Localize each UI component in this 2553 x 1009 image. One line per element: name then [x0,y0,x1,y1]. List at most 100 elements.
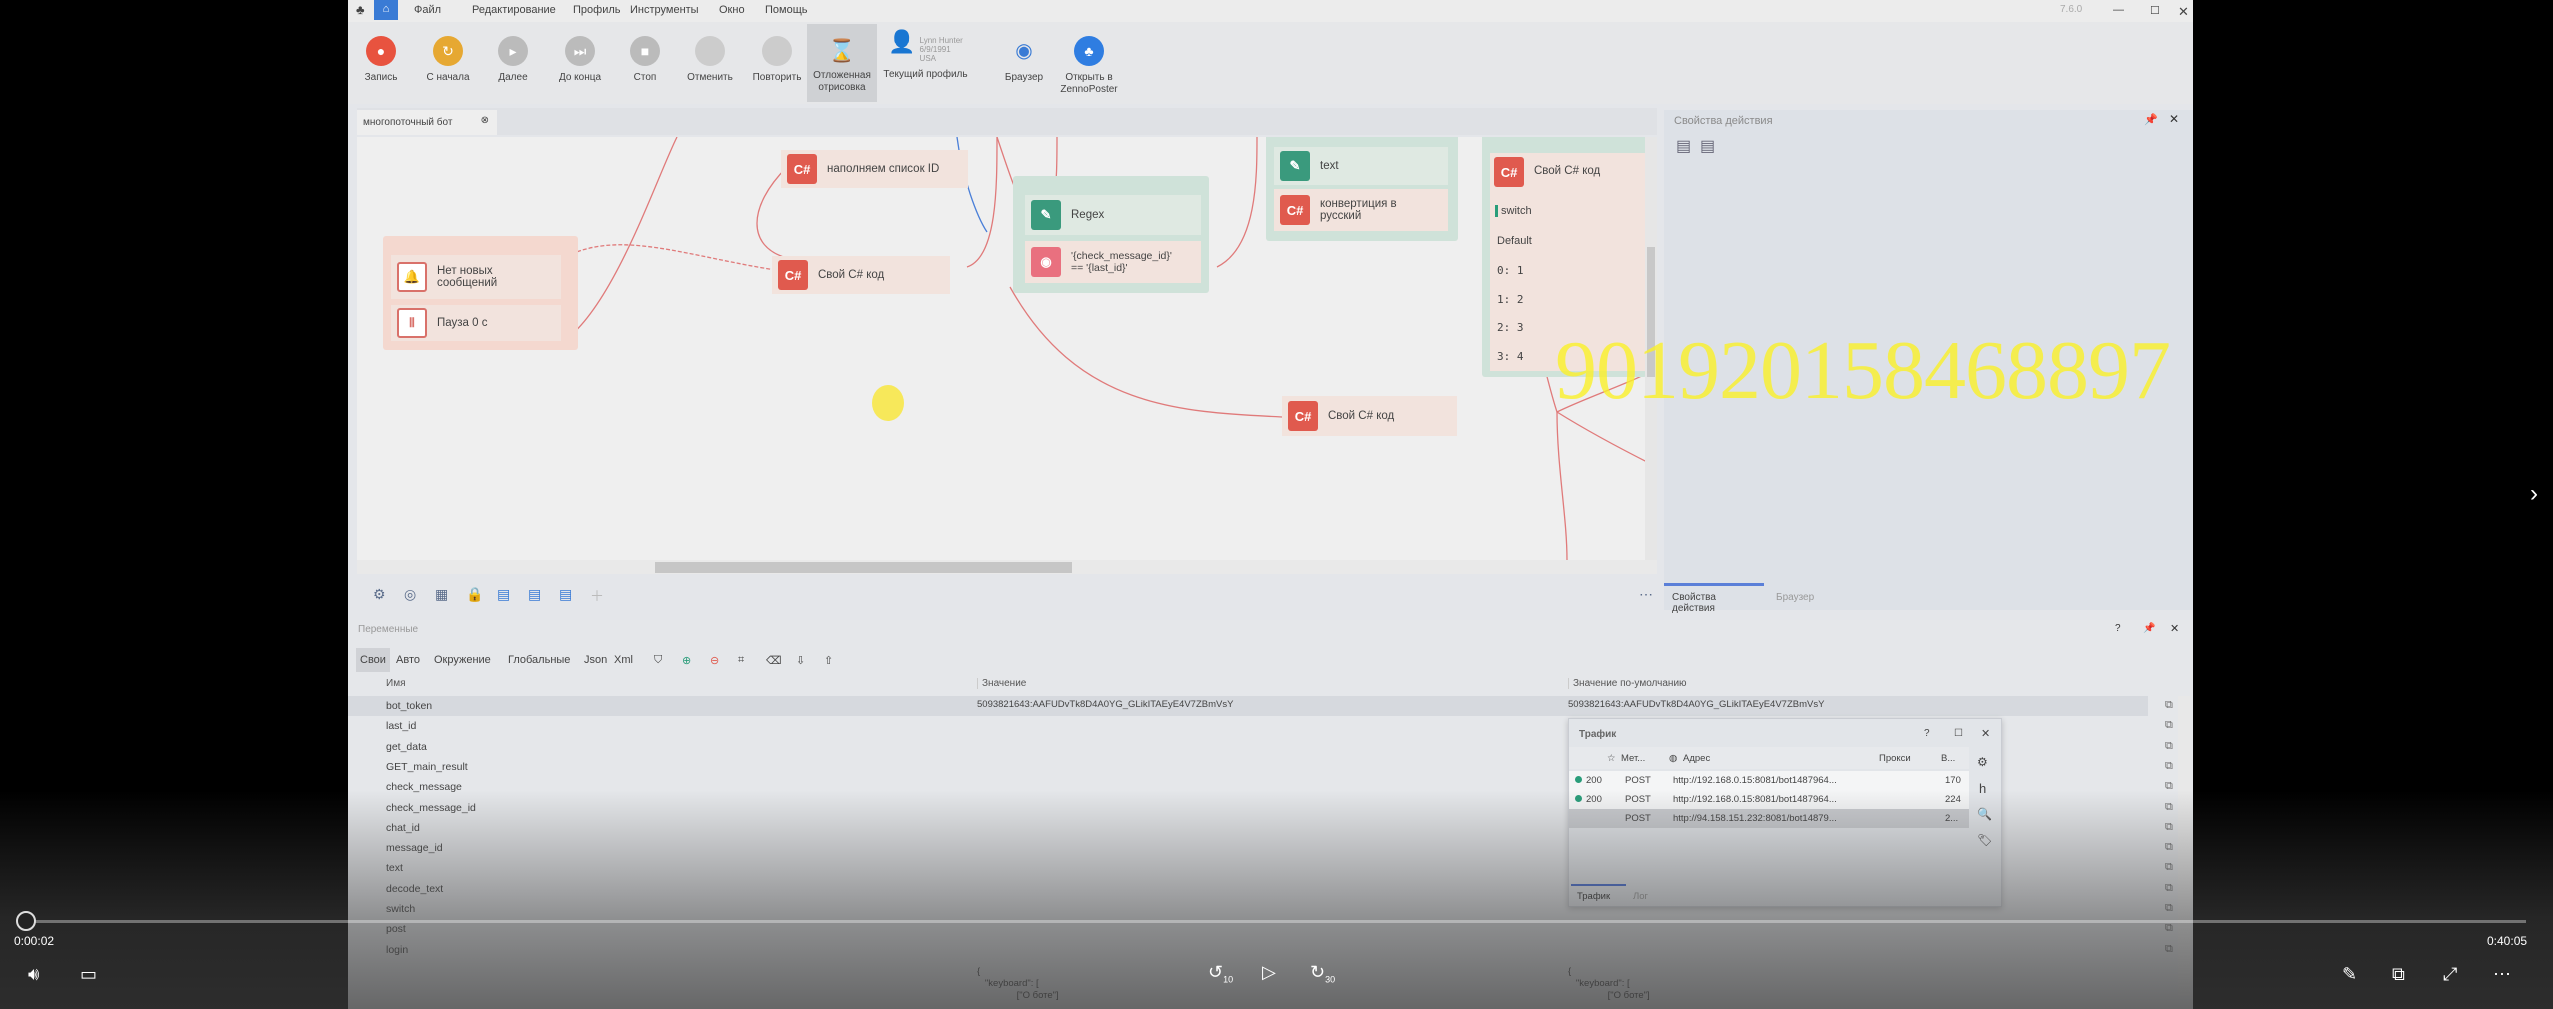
close-icon[interactable]: ✕ [1981,727,1990,740]
node-switch-code[interactable]: C# Свой C# код [1490,153,1647,371]
switch-case[interactable]: Default [1497,235,1532,247]
copy-icon[interactable]: ⧉ [2165,841,2173,854]
more-icon[interactable]: ⋯ [1639,586,1653,603]
captions-icon[interactable]: ▭ [80,964,97,985]
redo-button[interactable]: Повторить [742,36,812,84]
tab-browser[interactable]: Браузер [1768,586,1822,609]
video-progress-knob[interactable] [16,911,36,931]
copy-icon[interactable]: ⧉ [2165,760,2173,773]
menu-edit[interactable]: Редактирование [472,4,556,16]
next-button[interactable]: ▸ Далее [478,36,548,84]
tab-traffic[interactable]: Трафик [1571,884,1626,907]
current-profile-button[interactable]: 👤 Lynn Hunter 6/9/1991 USA Текущий профиль [878,31,973,81]
tab-close-icon[interactable]: ⊗ [481,115,489,126]
minimize-button[interactable]: — [2113,4,2124,16]
to-end-button[interactable]: ⏭ До конца [545,36,615,84]
rewind-icon[interactable]: ↺10 [1208,962,1233,985]
node-own-cs-code[interactable]: C# Свой C# код [772,256,950,294]
column-bytes[interactable]: В... [1941,753,1955,764]
switch-case[interactable]: 2: 3 [1497,321,1524,334]
home-button[interactable]: ⌂ [374,0,398,20]
properties-view-icon[interactable]: ▤ [1676,136,1691,156]
tab-global[interactable]: Глобальные [508,654,570,666]
column-method[interactable]: Мет... [1621,753,1645,764]
copy-icon[interactable]: ⧉ [2165,719,2173,732]
frame-icon[interactable]: ⌗ [738,654,744,667]
copy-icon[interactable]: ⧉ [2165,922,2173,935]
video-progress-track[interactable] [26,920,2526,923]
restart-button[interactable]: ↻ С начала [413,36,483,84]
properties-edit-icon[interactable]: ▤ [1700,136,1715,156]
column-proxy[interactable]: Прокси [1879,753,1911,764]
tag-icon[interactable]: 🏷 [1977,833,1992,847]
traffic-row[interactable]: 200 POST http://192.168.0.15:8081/bot14879… [1569,790,1969,809]
next-chevron-icon[interactable]: › [2530,480,2538,508]
list-icon[interactable]: ▤ [528,586,541,603]
column-value[interactable]: Значение [977,678,1026,689]
move-down-icon[interactable]: ⇩ [796,654,805,667]
copy-icon[interactable]: ⧉ [2165,801,2173,814]
variables-scrollbar[interactable] [2178,696,2190,996]
tab-multithread-bot[interactable]: многопоточный бот ⊗ [357,110,497,135]
settings-icon[interactable]: ⚙ [373,586,386,603]
add-icon[interactable]: ＋ [590,586,604,606]
tab-auto[interactable]: Авто [396,654,420,666]
copy-icon[interactable]: ⧉ [2165,902,2173,915]
switch-case[interactable]: 0: 1 [1497,264,1524,277]
grid-icon[interactable]: ▦ [435,586,448,603]
copy-icon[interactable]: ⧉ [2165,699,2173,712]
column-name[interactable]: Имя [386,678,405,689]
help-icon[interactable]: ? [1924,728,1930,739]
column-address[interactable]: Адрес [1683,753,1710,764]
volume-icon[interactable]: 🔊︎ [28,964,39,985]
menu-file[interactable]: Файл [414,4,441,16]
search-icon[interactable]: 🔍 [1977,807,1992,821]
pin-icon[interactable]: 📌 [2144,113,2158,126]
undo-button[interactable]: Отменить [675,36,745,84]
variable-default[interactable]: 5093821643:AAFUDvTk8D4A0YG_GLikITAEyE4V7… [1568,699,1824,710]
tab-log[interactable]: Лог [1629,886,1652,907]
stop-button[interactable]: ■ Стоп [610,36,680,84]
traffic-row[interactable]: POST http://94.158.151.232:8081/bot14879.… [1569,809,1969,828]
copy-icon[interactable]: ⧉ [2165,740,2173,753]
node-regex[interactable]: ✎ Regex [1025,195,1201,235]
switch-case[interactable]: 3: 4 [1497,350,1524,363]
lock-icon[interactable]: 🔒 [466,586,483,603]
close-panel-icon[interactable]: ✕ [2170,622,2179,635]
close-button[interactable]: ✕ [2178,4,2189,20]
node-own-cs-code-2[interactable]: C# Свой C# код [1282,396,1457,436]
node-text[interactable]: ✎ text [1274,147,1448,185]
miniplayer-icon[interactable]: ⧉ [2392,964,2405,985]
variable-value[interactable]: 5093821643:AAFUDvTk8D4A0YG_GLikITAEyE4V7… [977,699,1233,710]
copy-icon[interactable]: ⧉ [2165,861,2173,874]
list-icon[interactable]: ▤ [497,586,510,603]
pin-icon[interactable]: 📌 [2143,623,2155,634]
copy-icon[interactable]: ⧉ [2165,882,2173,895]
node-convert-russian[interactable]: C# конвертиция в русский [1274,189,1448,231]
help-icon[interactable]: ? [2115,623,2121,634]
menu-window[interactable]: Окно [719,4,745,16]
tab-environment[interactable]: Окружение [434,654,491,666]
canvas-vertical-scrollbar[interactable] [1645,137,1657,560]
add-variable-icon[interactable]: ⊕ [682,654,691,667]
user-icon[interactable]: ◎ [404,586,416,603]
tab-json[interactable]: Json [584,654,607,666]
list-icon[interactable]: ▤ [559,586,572,603]
close-panel-icon[interactable]: ✕ [2169,112,2179,126]
deferred-render-button[interactable]: ⌛ Отложенная отрисовка [807,24,877,102]
fullscreen-icon[interactable]: ⤢ [2443,964,2457,985]
record-button[interactable]: ● Запись [348,36,416,84]
canvas-horizontal-scrollbar[interactable] [357,560,1657,574]
copy-icon[interactable]: ⧉ [2165,943,2173,956]
play-icon[interactable]: ▷ [1262,962,1276,983]
menu-tools[interactable]: Инструменты [630,4,699,16]
open-zennoposter-button[interactable]: ♣ Открыть в ZennoPoster [1054,36,1124,96]
eraser-icon[interactable]: ⌫ [766,654,782,667]
move-up-icon[interactable]: ⇧ [824,654,833,667]
switch-case[interactable]: 1: 2 [1497,293,1524,306]
headers-icon[interactable]: h [1979,781,1986,796]
tab-action-properties[interactable]: Свойства действия [1664,583,1764,614]
more-icon[interactable]: ⋯ [2493,964,2511,985]
copy-icon[interactable]: ⧉ [2165,780,2173,793]
browser-button[interactable]: ◉ Браузер [989,36,1059,84]
